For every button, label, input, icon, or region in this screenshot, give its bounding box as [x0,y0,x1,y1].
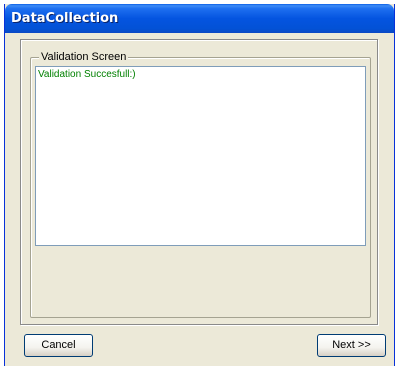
title-bar[interactable]: DataCollection [5,4,394,33]
next-button[interactable]: Next >> [317,334,386,357]
window-title: DataCollection [11,11,119,26]
validation-output-textbox[interactable]: Validation Succesfull:) [35,66,366,246]
validation-status-message: Validation Succesfull:) [38,69,136,80]
cancel-button[interactable]: Cancel [24,334,93,357]
main-panel: Validation Screen Validation Succesfull:… [20,39,378,325]
validation-groupbox: Validation Screen Validation Succesfull:… [30,51,371,318]
datacollection-window: DataCollection Validation Screen Validat… [4,4,395,366]
groupbox-legend: Validation Screen [39,51,129,64]
